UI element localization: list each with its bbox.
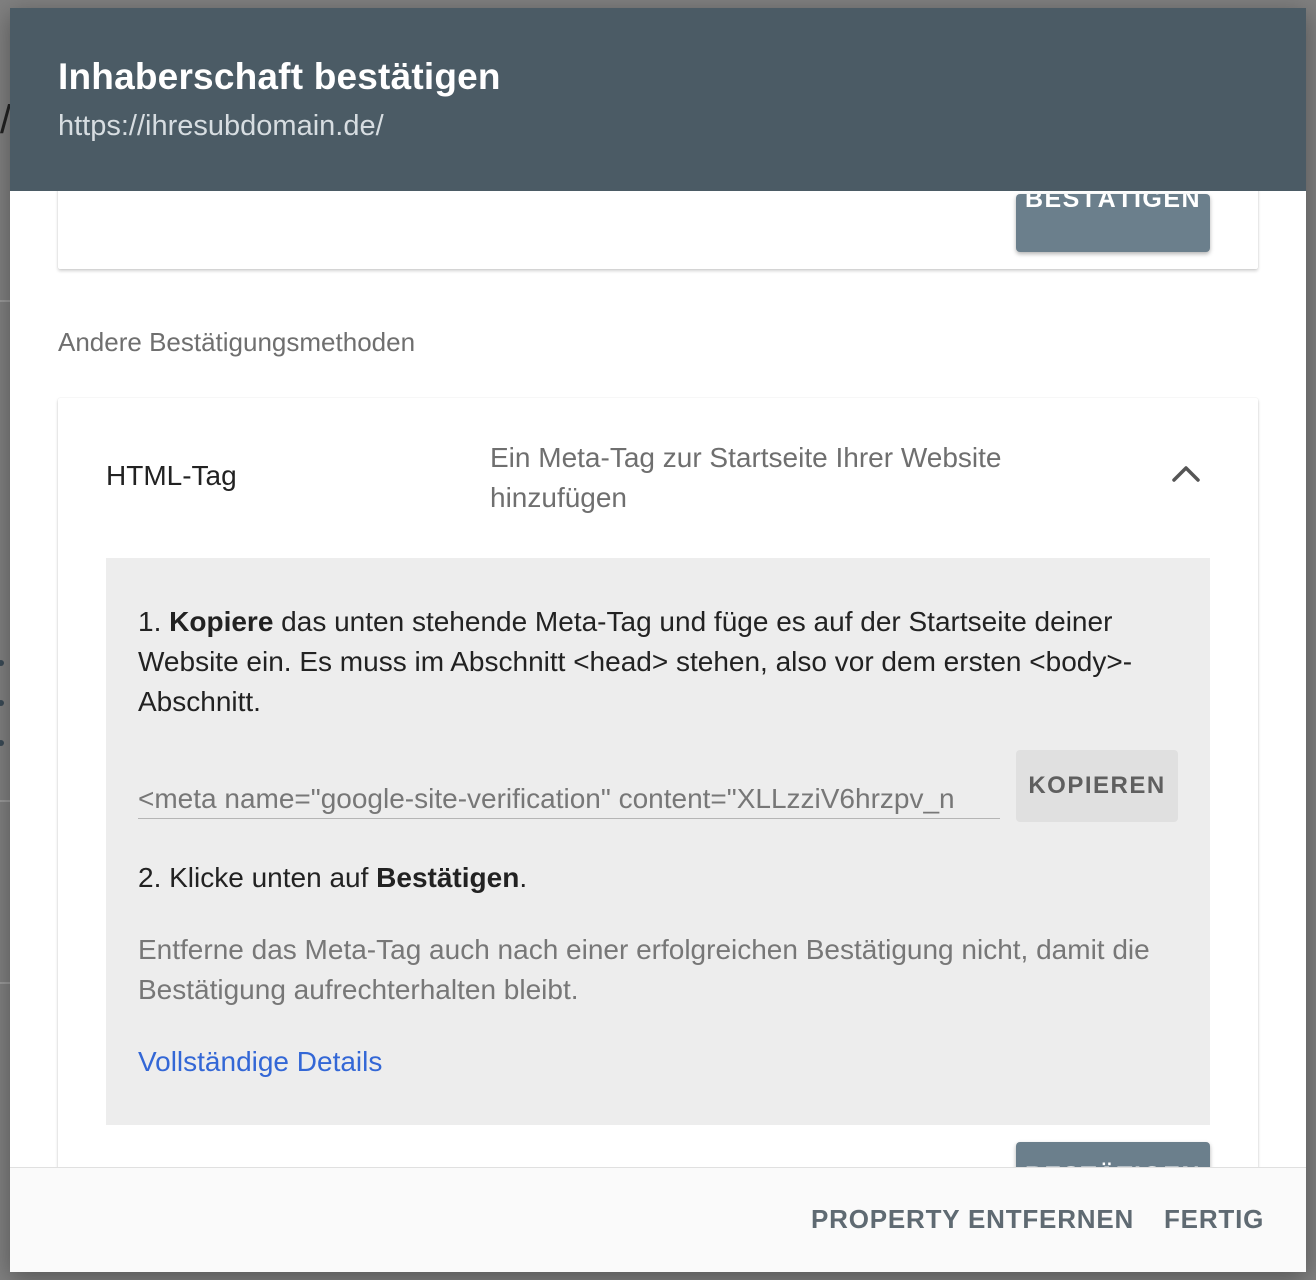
done-button[interactable]: FERTIG xyxy=(1164,1204,1264,1235)
meta-tag-field[interactable] xyxy=(138,780,1000,819)
method-description: Ein Meta-Tag zur Startseite Ihrer Websit… xyxy=(490,442,1002,513)
step-1-body: das unten stehende Meta-Tag und füge es … xyxy=(138,606,1133,717)
step-2-text: 2. Klicke unten auf Bestätigen. xyxy=(138,858,527,898)
recommended-method-card: BESTÄTIGEN xyxy=(58,191,1258,269)
dialog-scroll-area[interactable]: BESTÄTIGEN Andere Bestätigungsmethoden H… xyxy=(10,191,1306,1167)
full-details-link[interactable]: Vollständige Details xyxy=(138,1042,382,1082)
dialog-header: Inhaberschaft bestätigen https://ihresub… xyxy=(10,8,1306,191)
confirm-button[interactable]: BESTÄTIGEN xyxy=(1016,194,1210,252)
background-divider xyxy=(0,300,10,302)
background-page-fragment: / xyxy=(0,98,12,142)
keep-tag-note: Entferne das Meta-Tag auch nach einer er… xyxy=(138,934,1150,1005)
copy-button[interactable]: KOPIEREN xyxy=(1016,750,1178,822)
dialog-title: Inhaberschaft bestätigen xyxy=(58,56,501,97)
step-1-text: 1. Kopiere das unten stehende Meta-Tag u… xyxy=(138,602,1188,722)
confirm-button[interactable]: BESTÄTIGEN xyxy=(1016,1142,1210,1167)
html-tag-method-card: HTML-Tag Ein Meta-Tag zur Startseite Ihr… xyxy=(58,398,1258,1167)
step-2-bold: Bestätigen xyxy=(376,862,520,893)
method-name[interactable]: HTML-Tag xyxy=(106,460,237,492)
background-dots xyxy=(0,660,10,760)
remove-property-button[interactable]: PROPERTY ENTFERNEN xyxy=(811,1204,1134,1235)
step-2-suffix: . xyxy=(519,862,528,893)
verify-ownership-dialog: Inhaberschaft bestätigen https://ihresub… xyxy=(10,8,1306,1272)
step-1-number: 1. xyxy=(138,606,170,637)
background-divider xyxy=(0,982,10,984)
other-methods-heading: Andere Bestätigungsmethoden xyxy=(58,327,416,357)
chevron-up-icon[interactable] xyxy=(1170,462,1202,486)
step-1-bold: Kopiere xyxy=(169,606,274,637)
property-url: https://ihresubdomain.de/ xyxy=(58,110,384,142)
background-divider xyxy=(0,800,10,802)
dialog-footer: PROPERTY ENTFERNEN FERTIG xyxy=(10,1167,1306,1272)
instructions-panel: 1. Kopiere das unten stehende Meta-Tag u… xyxy=(106,558,1210,1125)
step-2-prefix: 2. Klicke unten auf xyxy=(138,862,377,893)
